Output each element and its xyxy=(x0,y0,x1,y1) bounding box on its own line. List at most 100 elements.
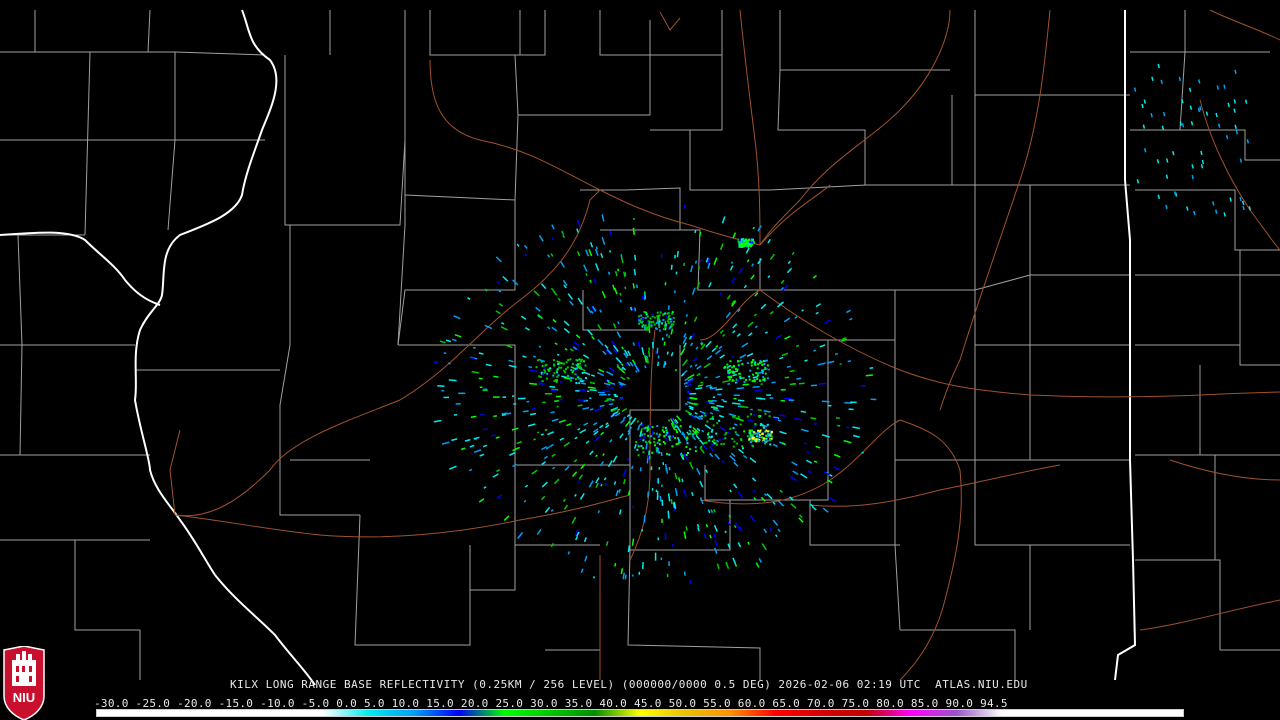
radar-echo xyxy=(743,430,746,433)
radar-echo xyxy=(847,360,852,363)
radar-echo xyxy=(813,422,818,425)
radar-echo xyxy=(638,322,640,325)
radar-echo xyxy=(761,432,764,435)
radar-echo xyxy=(777,419,781,422)
radar-echo xyxy=(443,352,447,355)
radar-echo xyxy=(631,538,635,546)
radar-echo xyxy=(710,443,713,446)
radar-echo xyxy=(1181,123,1185,128)
radar-echo xyxy=(700,381,704,384)
product-caption: KILX LONG RANGE BASE REFLECTIVITY (0.25K… xyxy=(230,678,1028,691)
radar-echo xyxy=(743,242,746,245)
radar-echo xyxy=(835,417,840,420)
radar-echo xyxy=(683,299,686,303)
radar-echo xyxy=(553,379,556,382)
radar-echo xyxy=(666,452,669,455)
radar-echo xyxy=(678,440,680,443)
radar-echo xyxy=(846,426,850,429)
radar-echo xyxy=(712,424,715,427)
radar-echo xyxy=(540,360,543,363)
radar-echo xyxy=(756,367,759,370)
radar-echo xyxy=(652,320,655,323)
radar-echo xyxy=(762,426,765,429)
radar-echo xyxy=(752,373,755,376)
radar-echo xyxy=(733,416,736,419)
radar-echo xyxy=(1156,159,1160,164)
radar-echo xyxy=(651,426,654,429)
radar-echo xyxy=(619,292,622,296)
radar-echo xyxy=(1136,179,1140,184)
radar-echo xyxy=(715,432,718,435)
radar-echo xyxy=(607,381,612,384)
radar-echo xyxy=(756,377,759,380)
radar-echo xyxy=(643,515,646,523)
radar-echo xyxy=(641,317,644,320)
radar-echo xyxy=(557,363,560,365)
radar-echo xyxy=(653,316,656,319)
radar-echo xyxy=(683,204,686,209)
radar-echo xyxy=(644,311,647,314)
radar-echo xyxy=(658,439,661,442)
radar-echo xyxy=(734,431,737,434)
radar-echo xyxy=(766,377,769,380)
radar-echo xyxy=(719,292,722,295)
radar-echo xyxy=(709,402,715,405)
radar-echo xyxy=(1188,87,1192,92)
radar-echo xyxy=(694,230,697,234)
radar-echo xyxy=(697,526,700,532)
radar-echo xyxy=(565,361,568,364)
radar-echo xyxy=(727,369,730,372)
radar-echo xyxy=(641,320,644,323)
radar-echo xyxy=(1223,84,1226,89)
radar-echo xyxy=(676,250,679,258)
radar-echo xyxy=(746,242,749,244)
radar-echo xyxy=(667,419,671,422)
radar-echo xyxy=(607,271,611,275)
radar-echo xyxy=(798,382,805,385)
radar-echo xyxy=(687,452,689,454)
radar-echo xyxy=(683,262,686,267)
radar-echo xyxy=(656,441,659,444)
radar-echo xyxy=(766,364,769,367)
radar-echo xyxy=(626,457,630,462)
radar-echo xyxy=(638,319,641,322)
radar-echo xyxy=(708,400,713,403)
radar-echo xyxy=(634,254,637,261)
radar-echo xyxy=(600,483,603,487)
radar-echo xyxy=(1215,112,1218,118)
radar-echo xyxy=(553,364,555,367)
radar-echo xyxy=(542,372,545,375)
radar-echo xyxy=(716,422,719,425)
radar-echo xyxy=(685,526,688,531)
radar-echo xyxy=(570,379,572,382)
radar-echo xyxy=(663,435,666,438)
radar-echo xyxy=(705,523,709,528)
radar-echo xyxy=(624,286,627,290)
radar-echo xyxy=(752,226,755,230)
radar-echo xyxy=(667,322,670,324)
radar-echo xyxy=(705,441,708,444)
radar-echo xyxy=(667,311,670,314)
radar-echo xyxy=(666,431,669,434)
radar-echo xyxy=(606,379,610,382)
radar-echo xyxy=(708,439,711,442)
radar-echo xyxy=(619,385,623,389)
radar-echo xyxy=(750,413,753,416)
radar-echo xyxy=(470,357,475,360)
radar-echo xyxy=(715,388,723,391)
radar-echo xyxy=(665,438,669,442)
radar-echo xyxy=(549,367,552,370)
radar-echo xyxy=(770,431,773,434)
radar-echo xyxy=(689,432,692,435)
radar-echo xyxy=(641,423,644,427)
radar-echo xyxy=(569,358,572,361)
radar-echo xyxy=(532,355,536,358)
radar-echo xyxy=(585,273,588,277)
radar-echo xyxy=(1248,206,1252,211)
radar-echo xyxy=(773,417,779,420)
radar-echo xyxy=(758,435,761,438)
radar-echo xyxy=(608,400,613,403)
radar-echo xyxy=(690,397,698,400)
radar-echo xyxy=(741,363,744,365)
radar-echo xyxy=(715,443,718,446)
